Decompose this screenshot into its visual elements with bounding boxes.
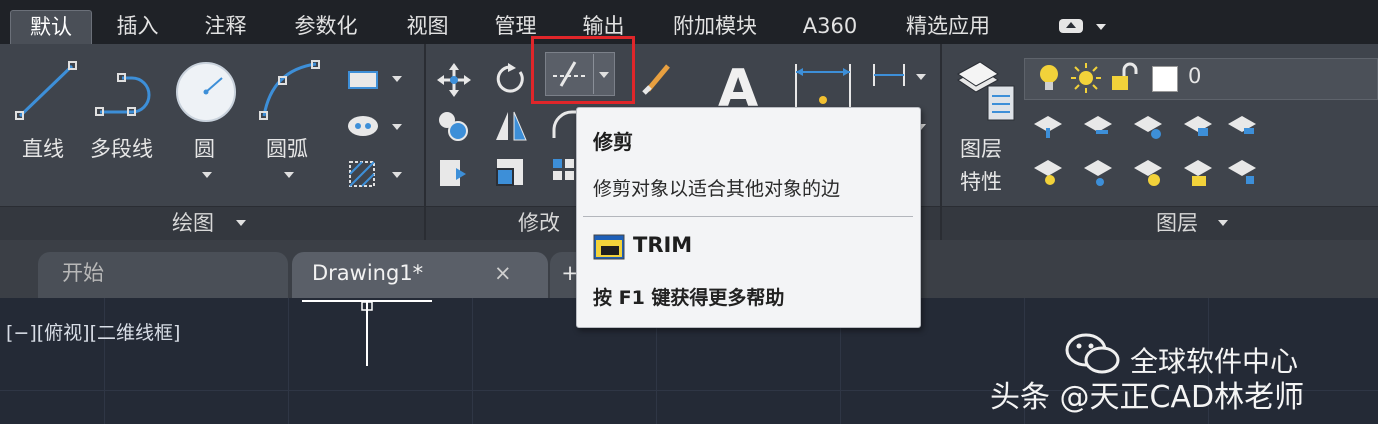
circle-label: 圆 bbox=[194, 137, 215, 161]
ribbon-tab-parametric[interactable]: 参数化 bbox=[276, 10, 376, 44]
start-tab[interactable]: 开始 bbox=[38, 252, 288, 298]
rotate-icon[interactable] bbox=[494, 62, 528, 96]
layer-on-bulb-icon bbox=[1040, 65, 1058, 90]
ribbon-tab-default[interactable]: 默认 bbox=[10, 10, 92, 45]
draw-panel-title[interactable]: 绘图 bbox=[172, 208, 214, 238]
hatch-dropdown-caret[interactable] bbox=[392, 124, 402, 130]
circle-dropdown-caret[interactable] bbox=[202, 172, 212, 178]
move-icon[interactable] bbox=[436, 62, 472, 98]
ribbon-tab-annotate[interactable]: 注释 bbox=[188, 10, 263, 44]
tooltip-description: 修剪对象以适合其他对象的边 bbox=[593, 178, 841, 200]
trim-icon[interactable] bbox=[549, 58, 591, 90]
copy-icon[interactable] bbox=[436, 108, 472, 144]
viewport-controls-label[interactable]: [−][俯视][二维线框] bbox=[6, 318, 180, 345]
layer-thaw-sun-icon bbox=[1071, 63, 1101, 93]
ribbon-tab-a360[interactable]: A360 bbox=[790, 10, 870, 44]
draw-panel-expand-caret[interactable] bbox=[236, 220, 246, 226]
polyline-label: 多段线 bbox=[90, 137, 153, 161]
layer-tools-grid bbox=[1034, 116, 1256, 186]
dimension-icon[interactable] bbox=[790, 60, 860, 110]
drawing1-tab-label: Drawing1* bbox=[312, 261, 424, 285]
rectangle-dropdown-caret[interactable] bbox=[392, 76, 402, 82]
trim-dropdown-caret[interactable] bbox=[599, 72, 609, 78]
ribbon-tab-featured-apps[interactable]: 精选应用 bbox=[886, 10, 1010, 44]
tooltip-help-hint: 按 F1 键获得更多帮助 bbox=[593, 287, 785, 309]
tooltip-command: TRIM bbox=[633, 233, 693, 257]
array-icon[interactable] bbox=[550, 156, 576, 190]
watermark-line-2: 头条 @天正CAD林老师 bbox=[990, 380, 1305, 415]
crosshair-cursor bbox=[302, 300, 432, 366]
trim-tooltip: 修剪 修剪对象以适合其他对象的边 TRIM 按 F1 键获得更多帮助 bbox=[576, 107, 921, 328]
fillet-icon[interactable] bbox=[550, 108, 578, 142]
svg-text:A: A bbox=[718, 60, 758, 110]
circle-icon[interactable] bbox=[174, 60, 240, 126]
start-tab-label: 开始 bbox=[62, 261, 104, 285]
current-layer-name: 0 bbox=[1188, 64, 1202, 88]
scale-icon[interactable] bbox=[494, 156, 528, 190]
modify-panel-title[interactable]: 修改 bbox=[518, 208, 560, 238]
arc-label: 圆弧 bbox=[266, 137, 308, 161]
wechat-logo-icon bbox=[1065, 333, 1120, 374]
layer-properties-label-1: 图层 bbox=[960, 137, 1002, 161]
drawing1-tab[interactable]: Drawing1* × bbox=[292, 252, 548, 298]
boundary-dropdown-caret[interactable] bbox=[392, 172, 402, 178]
tooltip-divider bbox=[583, 216, 913, 217]
linear-dim-icon[interactable] bbox=[870, 62, 910, 88]
layer-color-swatch bbox=[1152, 66, 1178, 92]
ribbon-tab-insert[interactable]: 插入 bbox=[100, 10, 175, 44]
ribbon-tab-addins[interactable]: 附加模块 bbox=[655, 10, 775, 44]
layer-panel-title[interactable]: 图层 bbox=[1156, 208, 1198, 238]
arc-icon[interactable] bbox=[256, 58, 326, 124]
tooltip-title: 修剪 bbox=[593, 130, 633, 154]
layer-panel-expand-caret[interactable] bbox=[1218, 220, 1228, 226]
erase-icon[interactable] bbox=[640, 60, 674, 96]
layer-properties-label-2: 特性 bbox=[960, 170, 1002, 194]
rectangle-icon[interactable] bbox=[346, 66, 382, 92]
close-tab-icon[interactable]: × bbox=[494, 252, 512, 294]
line-label: 直线 bbox=[22, 137, 64, 161]
layer-properties-icon[interactable] bbox=[954, 58, 1018, 124]
stretch-icon[interactable] bbox=[436, 156, 472, 192]
polyline-icon[interactable] bbox=[92, 62, 162, 122]
arc-dropdown-caret[interactable] bbox=[284, 172, 294, 178]
ribbon-tab-view[interactable]: 视图 bbox=[390, 10, 465, 44]
hatch-icon[interactable] bbox=[346, 112, 382, 140]
layer-unlock-icon bbox=[1112, 62, 1138, 90]
line-icon[interactable] bbox=[14, 58, 80, 124]
minimize-ribbon-icon[interactable] bbox=[1056, 14, 1112, 38]
text-icon[interactable]: A bbox=[716, 60, 768, 110]
dim-dropdown-caret[interactable] bbox=[916, 74, 926, 80]
mirror-icon[interactable] bbox=[494, 108, 528, 144]
boundary-icon[interactable] bbox=[346, 158, 380, 190]
command-prompt-icon bbox=[593, 234, 625, 260]
